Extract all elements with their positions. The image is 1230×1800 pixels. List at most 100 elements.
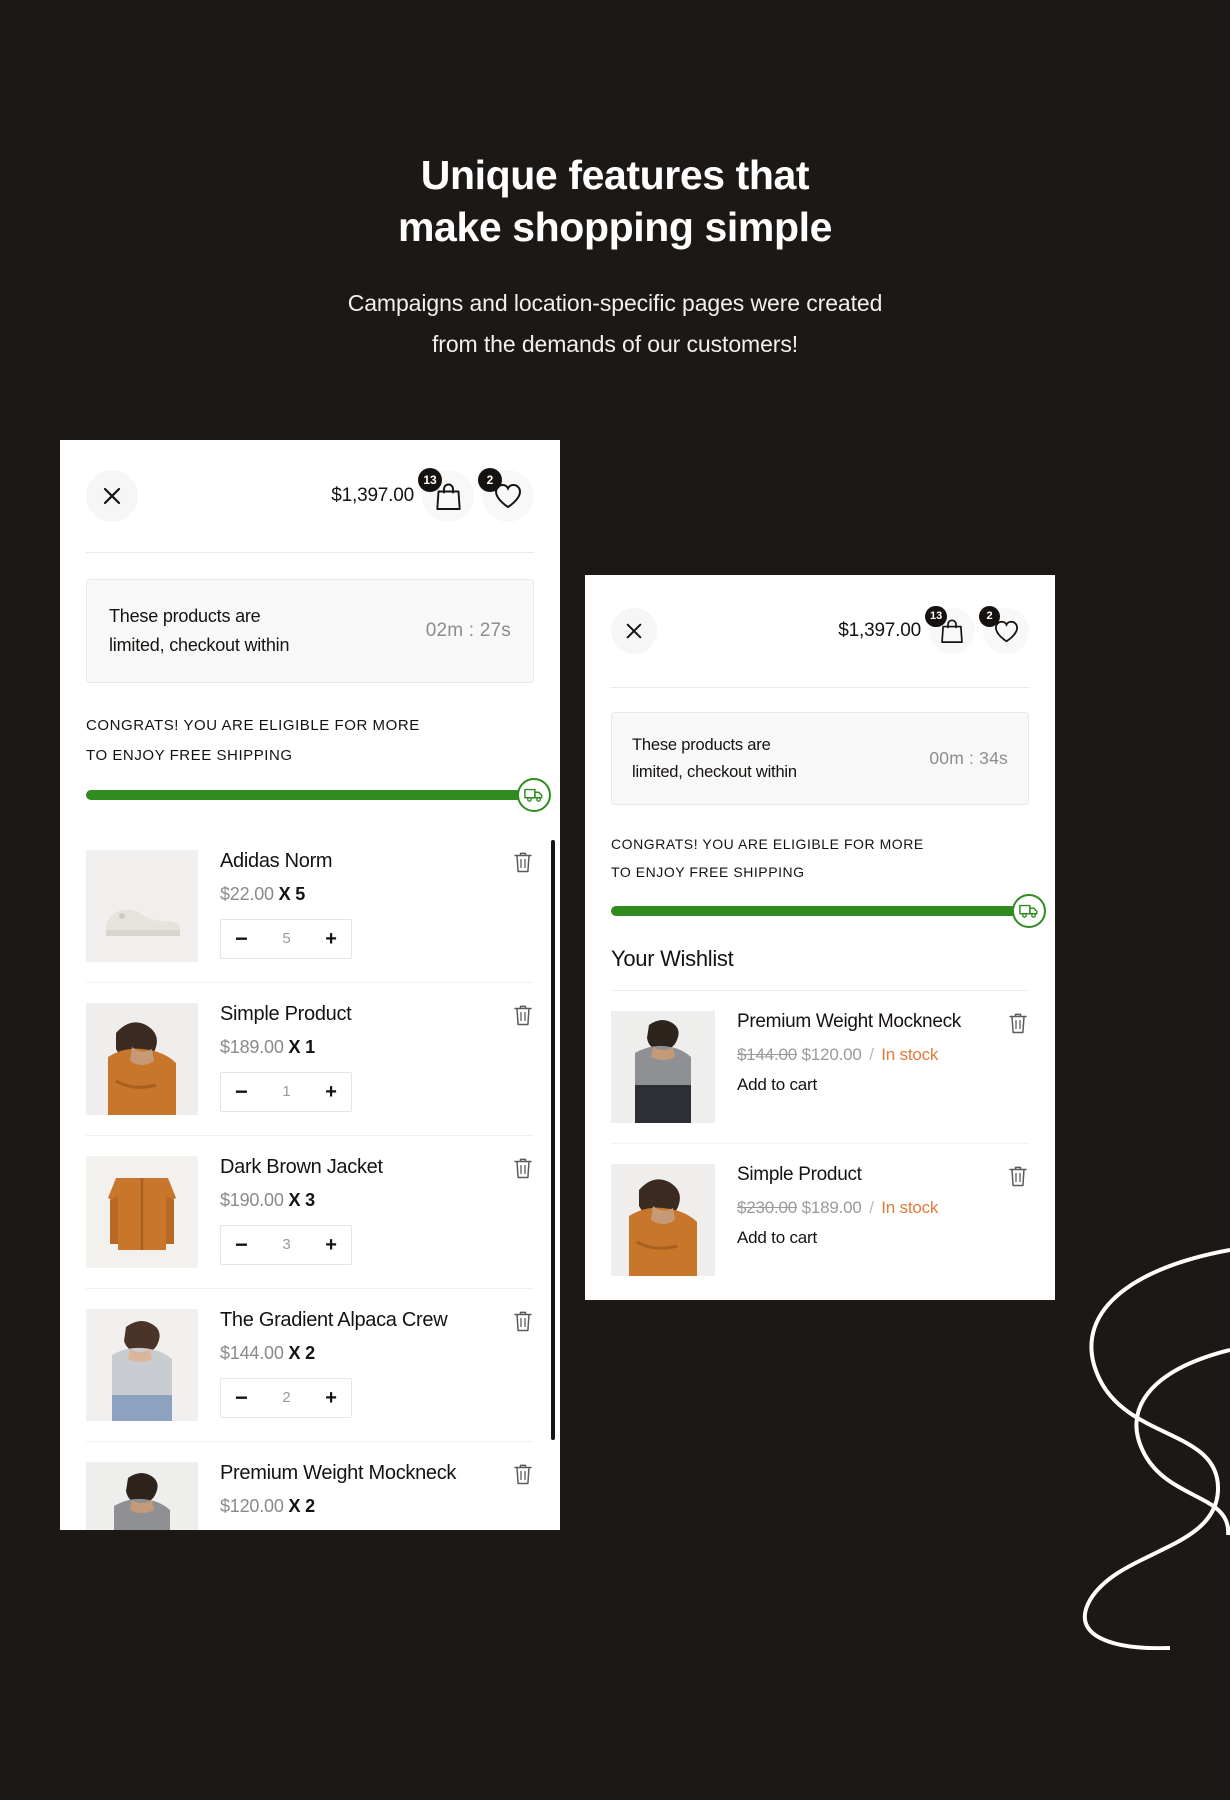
trash-icon[interactable]: [512, 1156, 534, 1180]
trash-icon[interactable]: [512, 1003, 534, 1027]
timer-message-line2: limited, checkout within: [632, 762, 797, 781]
trash-icon[interactable]: [1007, 1164, 1029, 1188]
increase-quantity-button[interactable]: +: [325, 1082, 337, 1102]
close-button[interactable]: [86, 470, 138, 522]
free-shipping-message: CONGRATS! YOU ARE ELIGIBLE FOR MORE TO E…: [86, 711, 534, 770]
stock-status: In stock: [881, 1198, 939, 1218]
quantity-value: 2: [282, 1389, 291, 1407]
cart-item-details: The Gradient Alpaca Crew $144.00 X 2 − 2…: [220, 1309, 534, 1421]
cart-drawer-panel: $1,397.00 13 2 These products are limite…: [60, 440, 560, 1530]
cart-item-price: $22.00 X 5: [220, 884, 534, 905]
wishlist-icon-button[interactable]: 2: [478, 468, 534, 522]
cart-item-row: Simple Product $189.00 X 1 − 1 +: [86, 983, 534, 1136]
timer-message: These products are limited, checkout wit…: [632, 732, 797, 785]
cart-item-price: $190.00 X 3: [220, 1190, 534, 1211]
cart-count-badge: 13: [925, 606, 948, 627]
quantity-stepper[interactable]: − 5 +: [220, 918, 352, 959]
limited-stock-timer: These products are limited, checkout wit…: [86, 579, 534, 684]
cart-list-scrollbar[interactable]: [551, 839, 555, 1440]
cart-item-row: The Gradient Alpaca Crew $144.00 X 2 − 2…: [86, 1289, 534, 1442]
add-to-cart-button[interactable]: Add to cart: [737, 1075, 1029, 1095]
trash-icon[interactable]: [512, 1462, 534, 1486]
wishlist-heading: Your Wishlist: [611, 946, 734, 972]
cart-count-badge: 13: [418, 468, 442, 492]
wishlist-item-name: Simple Product: [737, 1164, 862, 1186]
page-title: Unique features that make shopping simpl…: [0, 150, 1230, 253]
cart-item-price: $189.00 X 1: [220, 1037, 534, 1058]
close-button[interactable]: [611, 608, 657, 654]
cart-icon-button[interactable]: 13: [418, 468, 474, 522]
quantity-stepper[interactable]: − 2 +: [220, 1377, 352, 1418]
product-thumbnail[interactable]: [86, 1308, 198, 1421]
wishlist-item-old-price: $144.00: [737, 1045, 798, 1065]
product-thumbnail[interactable]: [86, 1002, 198, 1115]
wishlist-drawer-header: $1,397.00 13 2: [611, 575, 1029, 687]
product-thumbnail[interactable]: [86, 1461, 198, 1530]
cart-item-details: Dark Brown Jacket $190.00 X 3 − 3 +: [220, 1156, 534, 1268]
progress-fill: [86, 789, 534, 800]
wishlist-item-old-price: $230.00: [737, 1198, 798, 1218]
wishlist-drawer-panel: $1,397.00 13 2 These products are limite…: [585, 575, 1055, 1300]
decrease-quantity-button[interactable]: −: [235, 1233, 248, 1256]
trash-icon[interactable]: [512, 1309, 534, 1333]
progress-fill: [611, 906, 1029, 917]
trash-icon[interactable]: [512, 850, 534, 874]
delivery-truck-icon: [517, 777, 551, 812]
product-thumbnail[interactable]: [86, 849, 198, 962]
cart-item-multiplier: X 2: [288, 1495, 315, 1516]
decrease-quantity-button[interactable]: −: [235, 1386, 248, 1409]
product-thumbnail[interactable]: [86, 1155, 198, 1268]
timer-message-line2: limited, checkout within: [109, 635, 290, 656]
page-subtitle-line2: from the demands of our customers!: [431, 330, 799, 357]
cart-icon-button[interactable]: 13: [925, 606, 975, 654]
wishlist-item-new-price: $189.00: [801, 1198, 862, 1218]
cart-item-unit-price: $189.00: [220, 1036, 284, 1057]
close-icon: [626, 623, 642, 639]
free-shipping-line2: TO ENJOY FREE SHIPPING: [86, 746, 293, 764]
cart-item-multiplier: X 2: [288, 1342, 315, 1363]
cart-item-name: Premium Weight Mockneck: [220, 1461, 457, 1484]
wishlist-item-row: Premium Weight Mockneck $144.00 $120.00 …: [611, 991, 1029, 1145]
delivery-truck-icon: [1012, 894, 1046, 929]
free-shipping-line1: CONGRATS! YOU ARE ELIGIBLE FOR MORE: [611, 836, 924, 853]
free-shipping-progress-bar: [86, 777, 551, 812]
cart-total-amount: $1,397.00: [838, 620, 921, 641]
page-root: Unique features that make shopping simpl…: [0, 0, 1230, 1800]
add-to-cart-button[interactable]: Add to cart: [737, 1228, 1029, 1248]
increase-quantity-button[interactable]: +: [325, 929, 337, 949]
wishlist-item-details: Premium Weight Mockneck $144.00 $120.00 …: [737, 1011, 1029, 1123]
cart-item-multiplier: X 3: [288, 1189, 315, 1210]
wishlist-item-details: Simple Product $230.00 $189.00 / In stoc…: [737, 1164, 1029, 1276]
cart-item-multiplier: X 1: [288, 1036, 315, 1057]
cart-item-name: The Gradient Alpaca Crew: [220, 1308, 448, 1331]
page-title-line1: Unique features that: [420, 152, 810, 198]
timer-message-line1: These products are: [109, 606, 261, 626]
quantity-value: 3: [282, 1236, 291, 1254]
woman-orange-sweater-image: [86, 1002, 198, 1115]
wishlist-icon-button[interactable]: 2: [979, 606, 1029, 654]
close-icon: [103, 487, 121, 505]
cart-item-details: Simple Product $189.00 X 1 − 1 +: [220, 1003, 534, 1115]
cart-item-row: Adidas Norm $22.00 X 5 − 5 +: [86, 830, 534, 983]
cart-item-name: Simple Product: [220, 1002, 352, 1025]
increase-quantity-button[interactable]: +: [325, 1388, 337, 1408]
wishlist-count-badge: 2: [478, 468, 502, 492]
timer-message: These products are limited, checkout wit…: [109, 602, 289, 660]
product-thumbnail[interactable]: [611, 1011, 715, 1124]
page-subtitle: Campaigns and location-specific pages we…: [0, 283, 1230, 364]
quantity-stepper[interactable]: − 3 +: [220, 1224, 352, 1265]
woman-orange-sweater-image: [611, 1164, 715, 1277]
decrease-quantity-button[interactable]: −: [235, 1080, 248, 1103]
quantity-stepper[interactable]: − 1 +: [220, 1071, 352, 1112]
limited-stock-timer: These products are limited, checkout wit…: [611, 712, 1029, 806]
cart-drawer-header: $1,397.00 13 2: [86, 440, 534, 552]
decrease-quantity-button[interactable]: −: [235, 927, 248, 950]
wishlist-item-price: $230.00 $189.00 / In stock: [737, 1198, 1029, 1218]
product-thumbnail[interactable]: [611, 1164, 715, 1277]
wishlist-header-actions: $1,397.00 13 2: [838, 606, 1029, 654]
trash-icon[interactable]: [1007, 1011, 1029, 1035]
timer-message-line1: These products are: [632, 736, 771, 754]
wishlist-item-row: Simple Product $230.00 $189.00 / In stoc…: [611, 1144, 1029, 1296]
increase-quantity-button[interactable]: +: [325, 1235, 337, 1255]
cart-item-name: Dark Brown Jacket: [220, 1155, 383, 1178]
